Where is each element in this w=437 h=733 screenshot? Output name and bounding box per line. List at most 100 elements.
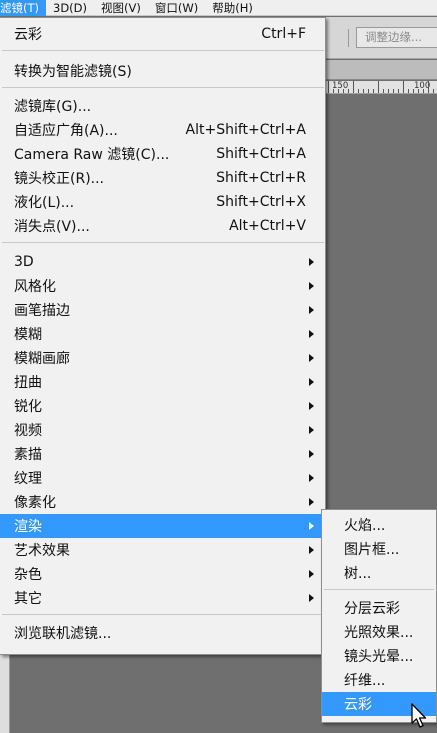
ruler-tick <box>338 89 339 93</box>
submenu-item-picture-frame[interactable]: 图片框... <box>322 537 436 561</box>
menu-divider <box>324 589 434 590</box>
ruler-tick <box>393 89 394 93</box>
submenu-arrow-icon <box>309 474 314 482</box>
ruler-tick <box>423 89 424 93</box>
menu-item-blur-gallery[interactable]: 模糊画廊 <box>0 346 324 370</box>
mouse-pointer-icon <box>411 703 427 728</box>
menu-item-3d[interactable]: 3D <box>0 250 324 274</box>
menu-item-label: Camera Raw 滤镜(C)... <box>14 147 170 163</box>
menu-item-artistic[interactable]: 艺术效果 <box>0 538 324 562</box>
menu-item-last-filter[interactable]: 云彩 Ctrl+F <box>0 22 324 46</box>
submenu-item-difference-clouds[interactable]: 分层云彩 <box>322 596 436 620</box>
menu-item-shortcut: Shift+Ctrl+R <box>216 170 306 186</box>
submenu-arrow-icon <box>309 330 314 338</box>
menu-item-lens-correction[interactable]: 镜头校正(R)... Shift+Ctrl+R <box>0 166 324 190</box>
menu-divider <box>2 242 324 243</box>
menu-item-label: 风格化 <box>14 279 56 295</box>
menu-item-pixelate[interactable]: 像素化 <box>0 490 324 514</box>
horizontal-ruler: 150 100 <box>326 81 437 94</box>
ruler-tick <box>328 81 329 93</box>
ruler-tick <box>398 89 399 93</box>
ruler-tick <box>418 89 419 93</box>
menu-item-label: 镜头校正(R)... <box>14 171 105 187</box>
ruler-tick <box>403 81 404 93</box>
menu-item-label: 像素化 <box>14 495 56 511</box>
submenu-arrow-icon <box>309 450 314 458</box>
menu-item-shortcut: Shift+Ctrl+A <box>216 146 306 162</box>
submenu-arrow-icon <box>309 498 314 506</box>
menu-item-noise[interactable]: 杂色 <box>0 562 324 586</box>
filter-menu: 云彩 Ctrl+F 转换为智能滤镜(S) 滤镜库(G)... 自适应广角(A).… <box>0 17 326 655</box>
options-separator <box>348 29 349 47</box>
menu-view[interactable]: 视图(V) <box>94 0 148 16</box>
menu-item-label: 滤镜库(G)... <box>14 99 92 115</box>
menu-divider <box>2 87 324 88</box>
menu-window[interactable]: 窗口(W) <box>148 0 205 16</box>
menu-item-browse-online[interactable]: 浏览联机滤镜... <box>0 621 324 645</box>
menu-item-convert-smart-filter[interactable]: 转换为智能滤镜(S) <box>0 59 324 83</box>
menu-item-sharpen[interactable]: 锐化 <box>0 394 324 418</box>
menu-item-label: 3D <box>14 254 34 270</box>
menu-filter[interactable]: 滤镜(T) <box>0 0 46 16</box>
menu-item-video[interactable]: 视频 <box>0 418 324 442</box>
menu-item-label: 素描 <box>14 447 42 463</box>
menu-item-other[interactable]: 其它 <box>0 586 324 610</box>
submenu-arrow-icon <box>309 354 314 362</box>
submenu-item-lens-flare[interactable]: 镜头光晕... <box>322 644 436 668</box>
menu-item-filter-gallery[interactable]: 滤镜库(G)... <box>0 94 324 118</box>
menu-item-shortcut: Alt+Shift+Ctrl+A <box>185 122 306 138</box>
menu-item-distort[interactable]: 扭曲 <box>0 370 324 394</box>
menu-item-label: 消失点(V)... <box>14 219 90 235</box>
submenu-arrow-icon <box>309 378 314 386</box>
menu-item-vanishing-point[interactable]: 消失点(V)... Alt+Ctrl+V <box>0 214 324 238</box>
ruler-label: 150 <box>332 81 349 91</box>
menu-item-blur[interactable]: 模糊 <box>0 322 324 346</box>
ruler-tick <box>358 89 359 93</box>
menu-item-shortcut: Alt+Ctrl+V <box>229 218 306 234</box>
menu-item-label: 杂色 <box>14 567 42 583</box>
menu-item-camera-raw[interactable]: Camera Raw 滤镜(C)... Shift+Ctrl+A <box>0 142 324 166</box>
menu-item-adaptive-wide-angle[interactable]: 自适应广角(A)... Alt+Shift+Ctrl+A <box>0 118 324 142</box>
menu-3d[interactable]: 3D(D) <box>46 0 94 16</box>
ruler-tick <box>363 89 364 93</box>
menu-help[interactable]: 帮助(H) <box>205 0 260 16</box>
submenu-item-lighting-effects[interactable]: 光照效果... <box>322 620 436 644</box>
ruler-tick <box>413 89 414 93</box>
submenu-item-fibers[interactable]: 纤维... <box>322 668 436 692</box>
menu-item-label: 艺术效果 <box>14 543 70 559</box>
menu-item-shortcut: Shift+Ctrl+X <box>216 194 306 210</box>
ruler-tick <box>348 89 349 93</box>
options-bar: 调整边缘... <box>326 17 437 59</box>
submenu-item-flame[interactable]: 火焰... <box>322 513 436 537</box>
ruler-tick <box>373 89 374 93</box>
menu-item-liquify[interactable]: 液化(L)... Shift+Ctrl+X <box>0 190 324 214</box>
menu-item-label: 渲染 <box>14 519 42 535</box>
menu-item-label: 浏览联机滤镜... <box>14 626 112 642</box>
menu-item-shortcut: Ctrl+F <box>261 26 306 42</box>
submenu-arrow-icon <box>309 426 314 434</box>
render-submenu: 火焰... 图片框... 树... 分层云彩 光照效果... 镜头光晕... 纤… <box>321 509 437 723</box>
document-tab-bar <box>326 60 437 80</box>
ruler-tick <box>343 89 344 93</box>
menu-item-brush-strokes[interactable]: 画笔描边 <box>0 298 324 322</box>
ruler-tick <box>378 81 379 93</box>
menu-item-sketch[interactable]: 素描 <box>0 442 324 466</box>
ruler-tick <box>408 89 409 93</box>
submenu-arrow-icon <box>309 258 314 266</box>
submenu-arrow-icon <box>309 282 314 290</box>
ruler-tick <box>433 89 434 93</box>
menu-item-label: 画笔描边 <box>14 303 70 319</box>
submenu-arrow-icon <box>309 306 314 314</box>
menu-item-stylize[interactable]: 风格化 <box>0 274 324 298</box>
menu-divider <box>2 50 324 51</box>
menu-item-label: 液化(L)... <box>14 195 75 211</box>
menu-item-label: 自适应广角(A)... <box>14 123 118 139</box>
menu-item-render[interactable]: 渲染 <box>0 514 324 538</box>
submenu-arrow-icon <box>309 570 314 578</box>
refine-edge-button[interactable]: 调整边缘... <box>356 27 437 48</box>
tools-panel-edge <box>0 655 10 733</box>
submenu-item-tree[interactable]: 树... <box>322 561 436 585</box>
menu-item-texture[interactable]: 纹理 <box>0 466 324 490</box>
ruler-tick <box>383 89 384 93</box>
menu-item-label: 其它 <box>14 591 42 607</box>
